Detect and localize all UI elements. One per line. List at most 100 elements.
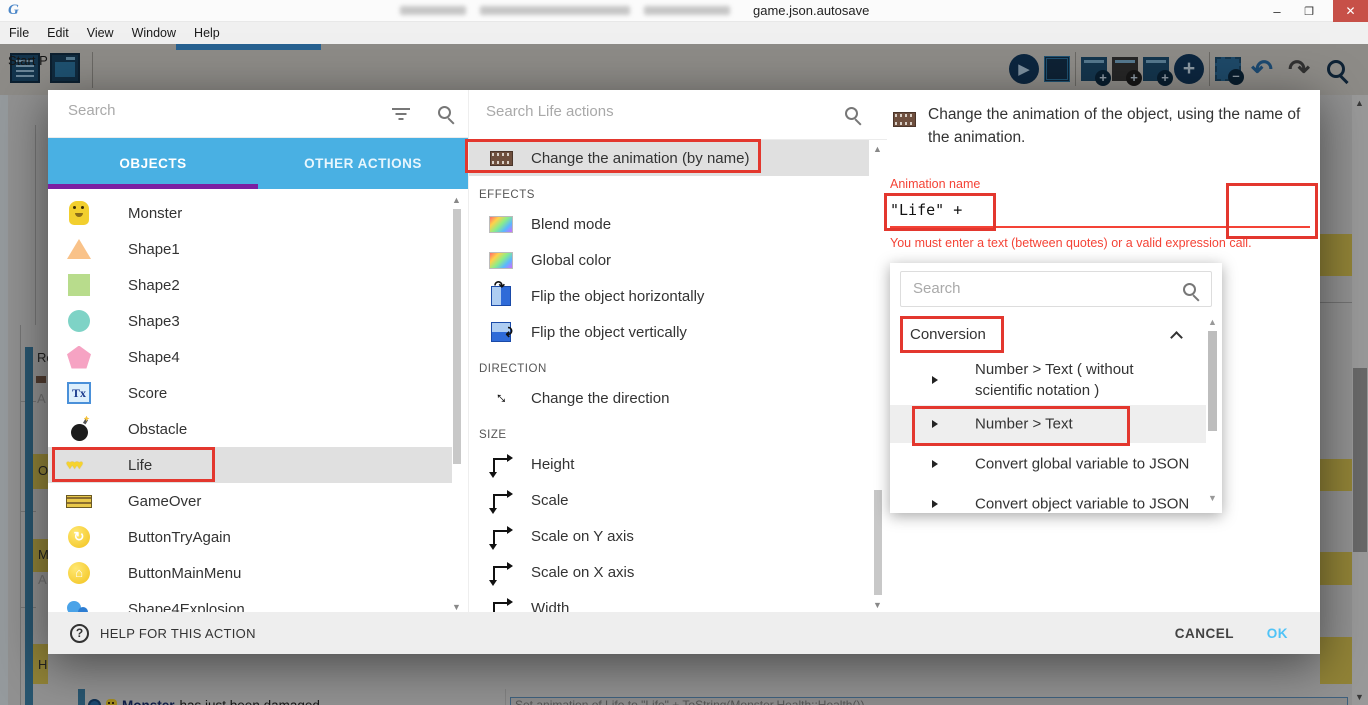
- expand-arrow-icon[interactable]: [932, 500, 938, 508]
- tab-objects[interactable]: OBJECTS: [48, 138, 258, 189]
- resize-icon: [493, 530, 509, 546]
- window-title: game.json.autosave: [753, 3, 869, 18]
- object-item-buttontryagain[interactable]: ButtonTryAgain: [48, 519, 452, 555]
- square-icon: [68, 274, 90, 296]
- expand-arrow-icon[interactable]: [932, 376, 938, 384]
- film-icon: [490, 151, 513, 166]
- object-list-scrollbar[interactable]: ▲ ▼: [452, 195, 462, 612]
- scroll-down-icon[interactable]: ▼: [1208, 493, 1217, 503]
- active-tab-indicator: [48, 184, 258, 189]
- menu-item-help[interactable]: Help: [185, 24, 229, 42]
- close-button[interactable]: ✕: [1333, 0, 1368, 22]
- object-item-monster[interactable]: Monster: [48, 195, 452, 231]
- home-icon: [68, 562, 90, 584]
- chevron-up-icon[interactable]: [1170, 331, 1183, 344]
- scrollbar-thumb[interactable]: [453, 209, 461, 464]
- help-link[interactable]: HELP FOR THIS ACTION: [100, 626, 256, 641]
- action-search-bar: [469, 90, 887, 140]
- scroll-up-icon[interactable]: ▲: [873, 144, 882, 154]
- action-item-width[interactable]: Width: [469, 590, 869, 612]
- scroll-down-icon[interactable]: ▼: [452, 602, 461, 612]
- expression-dropdown: Conversion Number > Text ( without scien…: [890, 263, 1222, 513]
- expression-item-number-text-without-scientific-notation[interactable]: Number > Text ( without scientific notat…: [890, 355, 1206, 405]
- object-item-life[interactable]: Life: [48, 447, 452, 483]
- action-list-scrollbar[interactable]: ▲ ▼: [873, 140, 883, 612]
- expression-group-conversion[interactable]: Conversion: [890, 315, 1206, 355]
- action-section-header: DIRECTION: [469, 350, 869, 380]
- expression-item-convert-object-variable-to-json[interactable]: Convert object variable to JSON: [890, 484, 1206, 513]
- object-item-shape4explosion[interactable]: Shape4Explosion: [48, 591, 452, 612]
- scrollbar-thumb[interactable]: [1208, 331, 1217, 431]
- fliph-icon: [491, 286, 511, 306]
- expression-list: Number > Text ( without scientific notat…: [890, 355, 1206, 513]
- validation-error-text: You must enter a text (between quotes) o…: [890, 236, 1326, 251]
- ok-button[interactable]: OK: [1267, 626, 1288, 641]
- expression-search-input[interactable]: [913, 280, 1153, 297]
- cancel-button[interactable]: CANCEL: [1175, 626, 1234, 641]
- action-item-global-color[interactable]: Global color: [469, 242, 869, 278]
- action-item-scale-on-y-axis[interactable]: Scale on Y axis: [469, 518, 869, 554]
- expand-arrow-icon[interactable]: [932, 460, 938, 468]
- expression-item-convert-global-variable-to-json[interactable]: Convert global variable to JSON: [890, 443, 1206, 484]
- help-icon[interactable]: ?: [70, 624, 89, 643]
- object-list: Monster Shape1 Shape2 Shape3 Shape4 Scor…: [48, 195, 452, 612]
- gdevelop-logo-icon: G: [8, 2, 19, 19]
- expression-item-number-text[interactable]: Number > Text: [890, 405, 1206, 443]
- action-chooser-panel: Change the animation (by name) EFFECTS B…: [468, 90, 886, 612]
- text-icon: [67, 382, 91, 404]
- action-section-header: EFFECTS: [469, 176, 869, 206]
- restore-button[interactable]: ❐: [1294, 0, 1324, 22]
- object-item-obstacle[interactable]: Obstacle: [48, 411, 452, 447]
- menu-bar: FileEditViewWindowHelp: [0, 22, 1368, 44]
- action-item-flip-the-object-horizontally[interactable]: Flip the object horizontally: [469, 278, 869, 314]
- menu-item-window[interactable]: Window: [123, 24, 185, 42]
- action-item-blend-mode[interactable]: Blend mode: [469, 206, 869, 242]
- minimize-button[interactable]: –: [1262, 0, 1292, 22]
- scroll-up-icon[interactable]: ▲: [452, 195, 461, 205]
- search-icon: [438, 106, 451, 119]
- rainbow-icon: [489, 216, 513, 233]
- retry-icon: [68, 526, 90, 548]
- triangle-icon: [67, 239, 91, 259]
- expand-arrow-icon[interactable]: [932, 420, 938, 428]
- flipv-icon: [491, 322, 511, 342]
- action-item-flip-the-object-vertically[interactable]: Flip the object vertically: [469, 314, 869, 350]
- title-bar: G game.json.autosave – ❐ ✕: [0, 0, 1368, 22]
- film-icon: [893, 112, 916, 127]
- action-search-input[interactable]: [486, 103, 816, 120]
- action-item-change-the-direction[interactable]: Change the direction: [469, 380, 869, 416]
- filter-icon[interactable]: [392, 108, 410, 120]
- menu-item-file[interactable]: File: [0, 24, 38, 42]
- object-item-shape2[interactable]: Shape2: [48, 267, 452, 303]
- object-item-shape1[interactable]: Shape1: [48, 231, 452, 267]
- object-item-score[interactable]: Score: [48, 375, 452, 411]
- explosion-icon: [67, 601, 91, 612]
- blurred-title-path: [400, 6, 730, 15]
- object-item-gameover[interactable]: GameOver: [48, 483, 452, 519]
- action-item-change-the-animation-by-name-[interactable]: Change the animation (by name): [469, 140, 869, 176]
- object-item-shape4[interactable]: Shape4: [48, 339, 452, 375]
- tab-other-actions[interactable]: OTHER ACTIONS: [258, 138, 468, 189]
- object-tabs: OBJECTS OTHER ACTIONS: [48, 138, 468, 189]
- banner-icon: [66, 495, 92, 508]
- menu-item-view[interactable]: View: [78, 24, 123, 42]
- action-item-scale[interactable]: Scale: [469, 482, 869, 518]
- arrowdiag-icon: [485, 382, 516, 413]
- scroll-up-icon[interactable]: ▲: [1208, 317, 1217, 327]
- object-item-buttonmainmenu[interactable]: ButtonMainMenu: [48, 555, 452, 591]
- bomb-icon: [71, 424, 88, 441]
- action-item-height[interactable]: Height: [469, 446, 869, 482]
- menu-item-edit[interactable]: Edit: [38, 24, 78, 42]
- animation-name-label: Animation name: [890, 177, 980, 191]
- monster-icon: [69, 201, 89, 225]
- expression-list-scrollbar[interactable]: ▲ ▼: [1206, 315, 1218, 505]
- action-item-scale-on-x-axis[interactable]: Scale on X axis: [469, 554, 869, 590]
- scrollbar-thumb[interactable]: [874, 490, 882, 595]
- action-section-header: SIZE: [469, 416, 869, 446]
- scroll-down-icon[interactable]: ▼: [873, 600, 882, 610]
- object-search-input[interactable]: [68, 102, 368, 119]
- object-item-shape3[interactable]: Shape3: [48, 303, 452, 339]
- animation-name-input[interactable]: [890, 194, 1310, 228]
- screen: G game.json.autosave – ❐ ✕ FileEditViewW…: [0, 0, 1368, 705]
- expression-search-bar: [900, 271, 1212, 307]
